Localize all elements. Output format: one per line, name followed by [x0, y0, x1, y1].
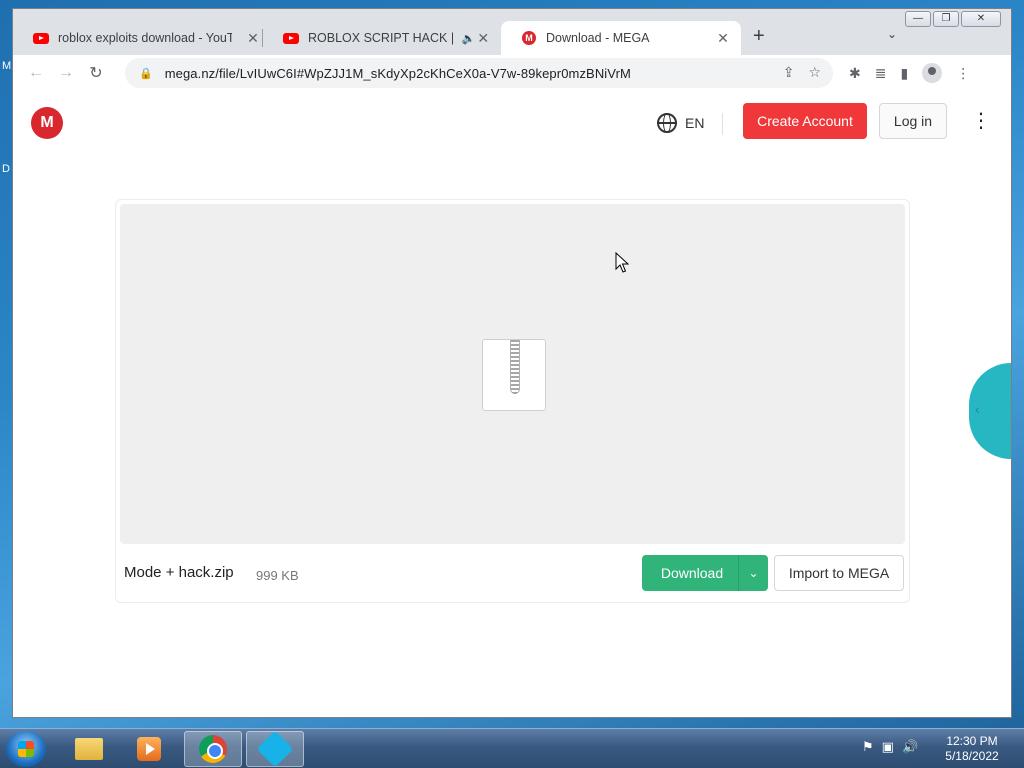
browser-window: roblox exploits download - YouTube ✕ ROB…	[12, 8, 1012, 718]
media-player-icon	[137, 737, 161, 761]
youtube-icon	[283, 30, 299, 46]
taskbar-media-player[interactable]	[120, 731, 178, 767]
new-tab-button[interactable]: +	[753, 25, 765, 48]
download-button[interactable]: Download ⌄	[642, 555, 768, 591]
tab-title: ROBLOX SCRIPT HACK | NEW	[308, 31, 456, 45]
mouse-cursor-icon	[615, 252, 629, 273]
language-label: EN	[685, 115, 705, 131]
forward-icon[interactable]: →	[51, 64, 81, 82]
audio-playing-icon[interactable]: 🔈	[462, 32, 476, 45]
chevron-left-icon: ‹	[975, 401, 980, 417]
taskbar-chrome[interactable]	[184, 731, 242, 767]
browser-toolbar: ← → ↻ 🔒 mega.nz/file/LvIUwC6I#WpZJJ1M_sK…	[13, 55, 1011, 91]
extensions-icon[interactable]: ✱	[849, 65, 861, 82]
close-tab-icon[interactable]: ✕	[475, 30, 491, 47]
lock-icon[interactable]: 🔒	[139, 67, 153, 80]
tab-mega-download[interactable]: M Download - MEGA ✕	[501, 21, 741, 55]
more-menu-icon[interactable]: ⋮	[971, 109, 991, 133]
import-to-mega-button[interactable]: Import to MEGA	[774, 555, 904, 591]
youtube-icon	[33, 30, 49, 46]
desktop-icon-label-1: M	[2, 60, 12, 72]
flag-icon[interactable]: ⚑	[862, 739, 874, 755]
taskbar-kodi[interactable]	[246, 730, 304, 768]
tab-title: Download - MEGA	[546, 31, 650, 45]
mega-logo[interactable]: M	[31, 107, 63, 139]
mega-icon: M	[521, 30, 537, 46]
language-selector[interactable]: EN	[657, 113, 704, 133]
close-window-button[interactable]: ✕	[961, 11, 1001, 27]
share-icon[interactable]: ⇪	[783, 64, 795, 81]
system-tray: ⚑ ▣ 🔊	[862, 739, 918, 755]
network-icon[interactable]: ▣	[882, 739, 894, 755]
file-card: Mode + hack.zip 999 KB Download ⌄ Import…	[115, 199, 910, 603]
tab-youtube-exploits[interactable]: roblox exploits download - YouTube ✕	[13, 21, 271, 55]
kodi-icon	[256, 730, 294, 768]
folder-icon	[75, 738, 103, 760]
desktop-icon-label-2: D	[2, 163, 10, 175]
side-panel-icon[interactable]: ▮	[900, 65, 908, 82]
close-tab-icon[interactable]: ✕	[245, 30, 261, 47]
address-url[interactable]: mega.nz/file/LvIUwC6I#WpZJJ1M_sKdyXp2cKh…	[165, 66, 631, 81]
clock-date: 5/18/2022	[945, 749, 999, 763]
login-button[interactable]: Log in	[879, 103, 947, 139]
side-panel-toggle[interactable]: ‹	[969, 363, 1011, 459]
volume-icon[interactable]: 🔊	[902, 739, 918, 755]
tab-search-icon[interactable]: ⌄	[887, 27, 897, 41]
browser-menu-icon[interactable]: ⋮	[956, 65, 970, 82]
profile-avatar-icon[interactable]	[922, 63, 943, 83]
chrome-icon	[199, 735, 227, 763]
taskbar-explorer[interactable]	[60, 731, 118, 767]
bookmark-star-icon[interactable]: ☆	[808, 64, 821, 81]
create-account-button[interactable]: Create Account	[743, 103, 867, 139]
address-bar[interactable]: 🔒 mega.nz/file/LvIUwC6I#WpZJJ1M_sKdyXp2c…	[125, 58, 833, 88]
clock[interactable]: 12:30 PM 5/18/2022	[936, 734, 1008, 764]
tab-roblox-script[interactable]: ROBLOX SCRIPT HACK | NEW 🔈 ✕	[263, 21, 501, 55]
file-preview	[120, 204, 905, 544]
clock-time: 12:30 PM	[946, 734, 998, 748]
window-controls: — ❐ ✕	[905, 11, 1001, 27]
minimize-button[interactable]: —	[905, 11, 931, 27]
tab-strip: roblox exploits download - YouTube ✕ ROB…	[13, 9, 1011, 55]
download-options-chevron-icon[interactable]: ⌄	[738, 555, 768, 591]
globe-icon	[657, 113, 677, 133]
back-icon[interactable]: ←	[21, 64, 51, 82]
tab-title: roblox exploits download - YouTube	[58, 31, 232, 45]
download-label[interactable]: Download	[642, 565, 738, 581]
start-button[interactable]	[6, 731, 46, 767]
zip-file-icon	[482, 339, 546, 411]
maximize-button[interactable]: ❐	[933, 11, 959, 27]
file-name: Mode + hack.zip	[124, 564, 234, 581]
taskbar: ⚑ ▣ 🔊 12:30 PM 5/18/2022	[0, 728, 1024, 768]
file-size: 999 KB	[256, 568, 299, 583]
header-divider	[722, 113, 723, 135]
close-tab-icon[interactable]: ✕	[715, 30, 731, 47]
reading-list-icon[interactable]: ≣	[875, 65, 887, 82]
reload-icon[interactable]: ↻	[81, 63, 111, 83]
mega-page: M EN Create Account Log in ⋮ Mode + hack…	[13, 91, 1011, 717]
